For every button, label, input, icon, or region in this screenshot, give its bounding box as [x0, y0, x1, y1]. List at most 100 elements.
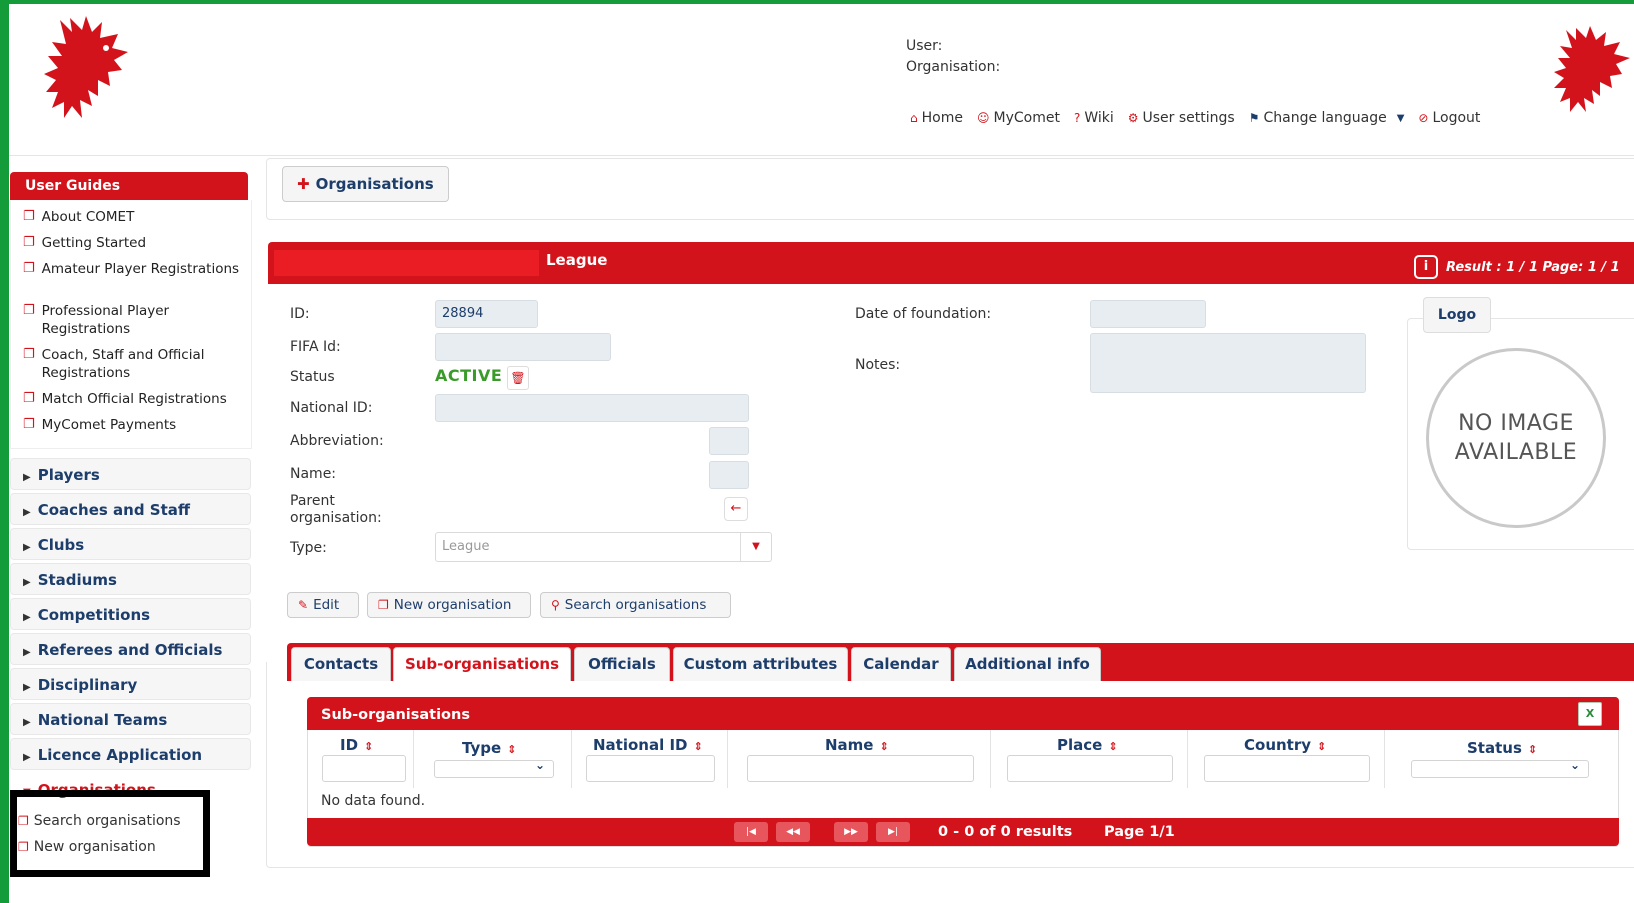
fifa-id-label: FIFA Id: — [290, 339, 341, 355]
excel-export-icon[interactable]: X — [1578, 702, 1602, 726]
caret-right-icon: ▶ — [23, 682, 31, 693]
nav-home-label: Home — [921, 110, 963, 126]
sidebar-item-stadiums[interactable]: ▶ Stadiums — [10, 563, 251, 595]
column-divider — [990, 730, 991, 788]
tab-officials[interactable]: Officials — [574, 647, 670, 681]
filter-name-input[interactable] — [747, 755, 974, 782]
sidebar-item-disciplinary[interactable]: ▶ Disciplinary — [10, 668, 251, 700]
logo-button[interactable]: Logo — [1423, 297, 1491, 333]
status-value: ACTIVE — [435, 366, 503, 385]
guide-item[interactable]: ❐ Coach, Staff and Official Registrations — [11, 342, 251, 386]
search-organisations-button[interactable]: ⚲ Search organisations — [540, 592, 731, 618]
tab-custom-attributes[interactable]: Custom attributes — [673, 647, 848, 681]
document-icon: ❐ — [23, 261, 35, 276]
organisations-button[interactable]: ✚ Organisations — [282, 166, 449, 202]
document-icon: ❐ — [23, 235, 35, 250]
sidebar-item-licence-application[interactable]: ▶ Licence Application — [10, 738, 251, 770]
filter-national-id-input[interactable] — [586, 755, 715, 782]
column-header-name[interactable]: Name ⇕ — [825, 736, 889, 754]
guide-item[interactable]: ❐ Professional Player Registrations — [11, 298, 251, 342]
chevron-down-icon: ▼ — [1396, 112, 1405, 124]
sidebar-item-label: Stadiums — [37, 571, 117, 589]
sidebar-item-clubs[interactable]: ▶ Clubs — [10, 528, 251, 560]
plus-icon: ✚ — [297, 175, 310, 193]
info-icon: i — [1414, 255, 1438, 279]
column-header-label: National ID — [593, 736, 688, 754]
guide-item[interactable]: ❐ Getting Started — [11, 230, 251, 256]
id-label: ID: — [290, 306, 310, 322]
sort-icon: ⇕ — [507, 743, 517, 756]
document-icon: ❐ — [23, 391, 35, 406]
document-icon: ❐ — [23, 347, 35, 362]
guide-item[interactable]: ❐ Match Official Registrations — [11, 386, 251, 412]
tab-calendar[interactable]: Calendar — [851, 647, 951, 681]
column-header-id[interactable]: ID ⇕ — [340, 736, 373, 754]
column-header-place[interactable]: Place ⇕ — [1057, 736, 1118, 754]
nav-change-language[interactable]: ⚑ Change language ▼ — [1249, 110, 1405, 126]
column-header-status[interactable]: Status ⇕ — [1467, 739, 1537, 757]
user-label: User: — [906, 38, 943, 54]
column-header-label: Name — [825, 736, 874, 754]
last-page-button[interactable]: ▶| — [876, 822, 910, 842]
filter-type-select[interactable]: ⌄ — [434, 758, 554, 778]
result-text: Result : 1 / 1 Page: 1 / 1 — [1446, 259, 1620, 275]
filter-country-input[interactable] — [1204, 755, 1370, 782]
sidebar-item-players[interactable]: ▶ Players — [10, 458, 251, 490]
caret-right-icon: ▶ — [23, 752, 31, 763]
gear-icon: ⚙ — [1127, 111, 1139, 125]
column-header-label: Type — [462, 739, 502, 757]
document-icon: ❐ — [23, 209, 35, 224]
filter-place-input[interactable] — [1007, 755, 1173, 782]
search-icon: ⚲ — [551, 598, 560, 612]
filter-status-select[interactable]: ⌄ — [1411, 758, 1589, 778]
sidebar-item-competitions[interactable]: ▶ Competitions — [10, 598, 251, 630]
chevron-down-icon: ▼ — [740, 533, 771, 561]
sort-icon: ⇕ — [879, 740, 889, 753]
sidebar-item-label: Disciplinary — [37, 676, 138, 694]
sidebar-item-referees[interactable]: ▶ Referees and Officials — [10, 633, 251, 665]
name-field — [709, 461, 749, 489]
sidebar-item-coaches[interactable]: ▶ Coaches and Staff — [10, 493, 251, 525]
nav-home[interactable]: ⌂ Home — [910, 110, 963, 126]
type-select[interactable]: League ▼ — [435, 532, 772, 562]
result-info: i Result : 1 / 1 Page: 1 / 1 — [1414, 255, 1620, 279]
national-id-field — [435, 394, 749, 422]
new-organisation-button[interactable]: ❐ New organisation — [367, 592, 531, 618]
column-header-national-id[interactable]: National ID ⇕ — [593, 736, 703, 754]
organisations-panel — [266, 158, 1634, 220]
guide-item[interactable]: ❐ Amateur Player Registrations — [11, 256, 251, 282]
previous-page-button[interactable]: ◀◀ — [776, 822, 810, 842]
league-title: League — [546, 251, 608, 269]
tab-contacts[interactable]: Contacts — [291, 647, 391, 681]
nav-user-settings-label: User settings — [1142, 110, 1235, 126]
guide-label: Professional Player Registrations — [41, 303, 170, 337]
document-icon: ❐ — [23, 303, 35, 318]
guide-item[interactable]: ❐ About COMET — [11, 204, 251, 230]
pager-results-text: 0 - 0 of 0 results — [938, 824, 1073, 840]
uk-flag-icon: ⚑ — [1248, 111, 1260, 125]
column-header-country[interactable]: Country ⇕ — [1244, 736, 1326, 754]
tab-additional-info[interactable]: Additional info — [954, 647, 1101, 681]
tab-sub-organisations[interactable]: Sub-organisations — [393, 647, 571, 681]
trash-icon[interactable]: 🗑 — [507, 366, 529, 390]
sidebar-item-national-teams[interactable]: ▶ National Teams — [10, 703, 251, 735]
sidebar-item-label: National Teams — [37, 711, 168, 729]
sidebar-item-label: Players — [37, 466, 100, 484]
logout-icon: ⊘ — [1418, 111, 1429, 125]
filter-id-input[interactable] — [322, 755, 406, 782]
first-page-button[interactable]: |◀ — [734, 822, 768, 842]
nav-mycomet[interactable]: ☺ MyComet — [977, 110, 1060, 126]
nav-wiki[interactable]: ? Wiki — [1074, 110, 1114, 126]
pager-page-text: Page 1/1 — [1104, 824, 1175, 840]
edit-button[interactable]: ✎ Edit — [287, 592, 359, 618]
sidebar: User Guides ❐ About COMET ❐ Getting Starte… — [10, 172, 252, 857]
next-page-button[interactable]: ▶▶ — [834, 822, 868, 842]
nav-change-language-label: Change language — [1263, 110, 1387, 126]
nav-logout[interactable]: ⊘ Logout — [1418, 110, 1480, 126]
name-label: Name: — [290, 466, 337, 482]
guide-item[interactable]: ❐ MyComet Payments — [11, 412, 251, 438]
nav-user-settings[interactable]: ⚙ User settings — [1128, 110, 1235, 126]
column-header-type[interactable]: Type ⇕ — [462, 739, 516, 757]
date-of-foundation-label: Date of foundation: — [855, 306, 992, 322]
back-arrow-icon[interactable]: ← — [724, 497, 748, 521]
